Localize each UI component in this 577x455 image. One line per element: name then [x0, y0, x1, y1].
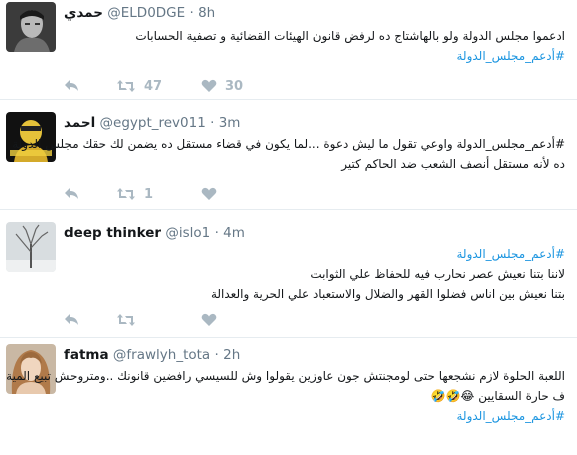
- display-name[interactable]: احمد: [64, 115, 95, 131]
- tweet-line: ده لأنه مستقل أنصف الشعب ضد الحاكم كتير: [341, 157, 565, 171]
- retweet-button[interactable]: [116, 313, 201, 327]
- heart-icon: [201, 313, 217, 326]
- tweet-text: #أدعم_مجلس_الدولة واوعي تقول ما ليش دعوة…: [12, 134, 565, 174]
- retweet-icon: [117, 314, 135, 326]
- heart-icon: [201, 79, 217, 92]
- tweet-line: ف حارة السقايين 😂🤣🤣: [64, 386, 565, 406]
- like-count: 30: [225, 78, 244, 94]
- reply-button[interactable]: [64, 313, 116, 327]
- reply-icon: [65, 188, 78, 199]
- retweet-count: 1: [144, 186, 154, 202]
- avatar[interactable]: [6, 222, 56, 272]
- avatar[interactable]: [6, 2, 56, 52]
- tweet-item[interactable]: حمدي @ELD0DGE · 8h ادعموا مجلس الدولة ول…: [0, 0, 577, 100]
- user-handle[interactable]: @frawlyh_tota: [113, 347, 210, 363]
- hashtag-link[interactable]: #أدعم_مجلس_الدولة: [64, 244, 566, 264]
- display-name[interactable]: deep thinker: [64, 225, 161, 241]
- tweet-header: fatma @frawlyh_tota · 2h: [64, 347, 241, 363]
- tweet-header: حمدي @ELD0DGE · 8h: [64, 5, 216, 21]
- retweet-count: 47: [144, 78, 163, 94]
- retweet-button[interactable]: 47: [116, 79, 201, 94]
- timestamp[interactable]: 8h: [198, 5, 215, 21]
- timestamp[interactable]: 4m: [223, 225, 245, 241]
- like-button[interactable]: 30: [201, 79, 243, 94]
- tweet-item[interactable]: fatma @frawlyh_tota · 2h اللعبة الحلوة ل…: [0, 338, 577, 455]
- like-button[interactable]: [201, 187, 217, 201]
- tweet-header: deep thinker @islo1 · 4m: [64, 225, 245, 241]
- tweet-line-text: ف حارة السقايين: [478, 389, 565, 403]
- reply-button[interactable]: [64, 187, 116, 201]
- emoji-group: 😂🤣🤣: [430, 389, 475, 403]
- retweet-icon: [117, 188, 135, 200]
- hashtag-link[interactable]: #أدعم_مجلس_الدولة: [64, 406, 566, 426]
- display-name[interactable]: fatma: [64, 347, 109, 363]
- tweet-item[interactable]: deep thinker @islo1 · 4m #أدعم_مجلس_الدو…: [0, 210, 577, 338]
- reply-icon: [65, 314, 78, 325]
- tweet-item[interactable]: احمد @egypt_rev011 · 3m #أدعم_مجلس_الدول…: [0, 100, 577, 210]
- hashtag-link[interactable]: #أدعم_مجلس_الدولة: [64, 46, 566, 66]
- tweet-line: اللعبة الحلوة لازم نشجعها حتى لومجنتش جو…: [6, 369, 565, 383]
- tweet-text: #أدعم_مجلس_الدولة لاننا بتنا نعيش عصر نح…: [64, 244, 565, 304]
- tweet-line: #أدعم_مجلس_الدولة واوعي تقول ما ليش دعوة…: [12, 137, 565, 151]
- reply-icon: [65, 80, 78, 91]
- tweet-header: احمد @egypt_rev011 · 3m: [64, 115, 241, 131]
- tweet-line: ادعموا مجلس الدولة ولو بالهاشتاج ده لرفض…: [135, 29, 565, 43]
- reply-button[interactable]: [64, 79, 116, 93]
- timestamp[interactable]: 2h: [223, 347, 240, 363]
- user-handle[interactable]: @ELD0DGE: [107, 5, 185, 21]
- retweet-icon: [117, 80, 135, 92]
- bare-tree-icon: [6, 222, 56, 272]
- tweet-text: اللعبة الحلوة لازم نشجعها حتى لومجنتش جو…: [6, 366, 566, 426]
- user-handle[interactable]: @egypt_rev011: [100, 115, 206, 131]
- tweet-actions: [64, 310, 217, 330]
- man-portrait-icon: [6, 2, 56, 52]
- display-name[interactable]: حمدي: [64, 5, 103, 21]
- tweet-actions: 47 30: [64, 76, 243, 96]
- like-button[interactable]: [201, 313, 217, 327]
- tweet-line: بتنا نعيش بين اناس فضلوا القهر والضلال و…: [210, 287, 565, 301]
- retweet-button[interactable]: 1: [116, 187, 201, 202]
- timestamp[interactable]: 3m: [219, 115, 241, 131]
- tweet-actions: 1: [64, 184, 217, 204]
- heart-icon: [201, 187, 217, 200]
- tweet-feed: حمدي @ELD0DGE · 8h ادعموا مجلس الدولة ول…: [0, 0, 577, 455]
- tweet-line: لاننا بتنا نعيش عصر نحارب فيه للحفاظ علي…: [310, 267, 565, 281]
- tweet-text: ادعموا مجلس الدولة ولو بالهاشتاج ده لرفض…: [64, 26, 565, 66]
- user-handle[interactable]: @islo1: [165, 225, 210, 241]
